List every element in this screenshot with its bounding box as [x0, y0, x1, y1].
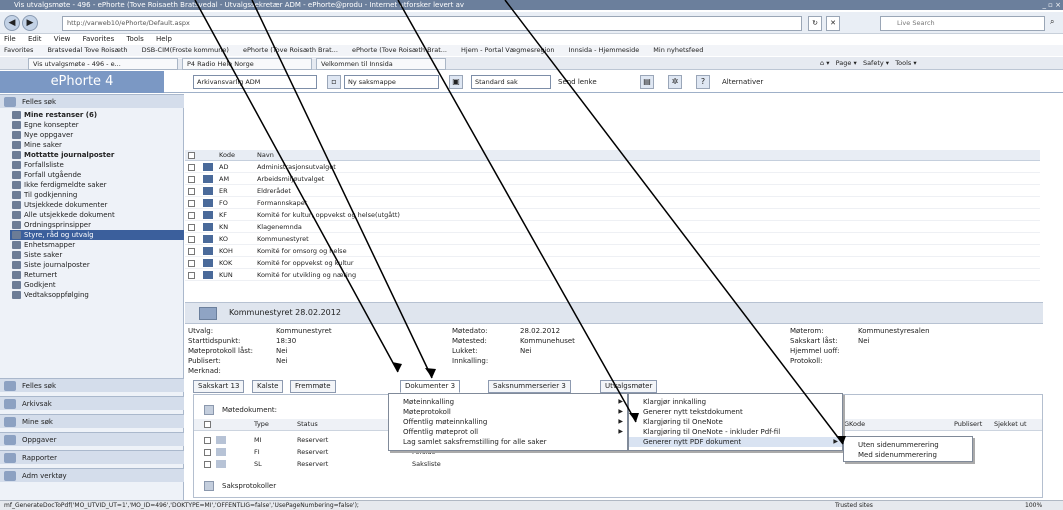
arrow-line — [251, 0, 433, 379]
zoom-label[interactable]: 100% — [1025, 501, 1042, 510]
arrow-head — [836, 436, 846, 444]
arrow-line — [194, 0, 399, 373]
status-text: mf_GenerateDocToPdf('MO_UTVID_UT=1','MO_… — [4, 502, 359, 509]
zone-label: Trusted sites — [835, 502, 873, 509]
arrow-head — [629, 413, 639, 422]
status-bar: mf_GenerateDocToPdf('MO_UTVID_UT=1','MO_… — [0, 500, 1063, 510]
arrow-line — [397, 0, 637, 423]
arrow-line — [504, 0, 844, 445]
annotation-arrows — [194, 0, 846, 445]
